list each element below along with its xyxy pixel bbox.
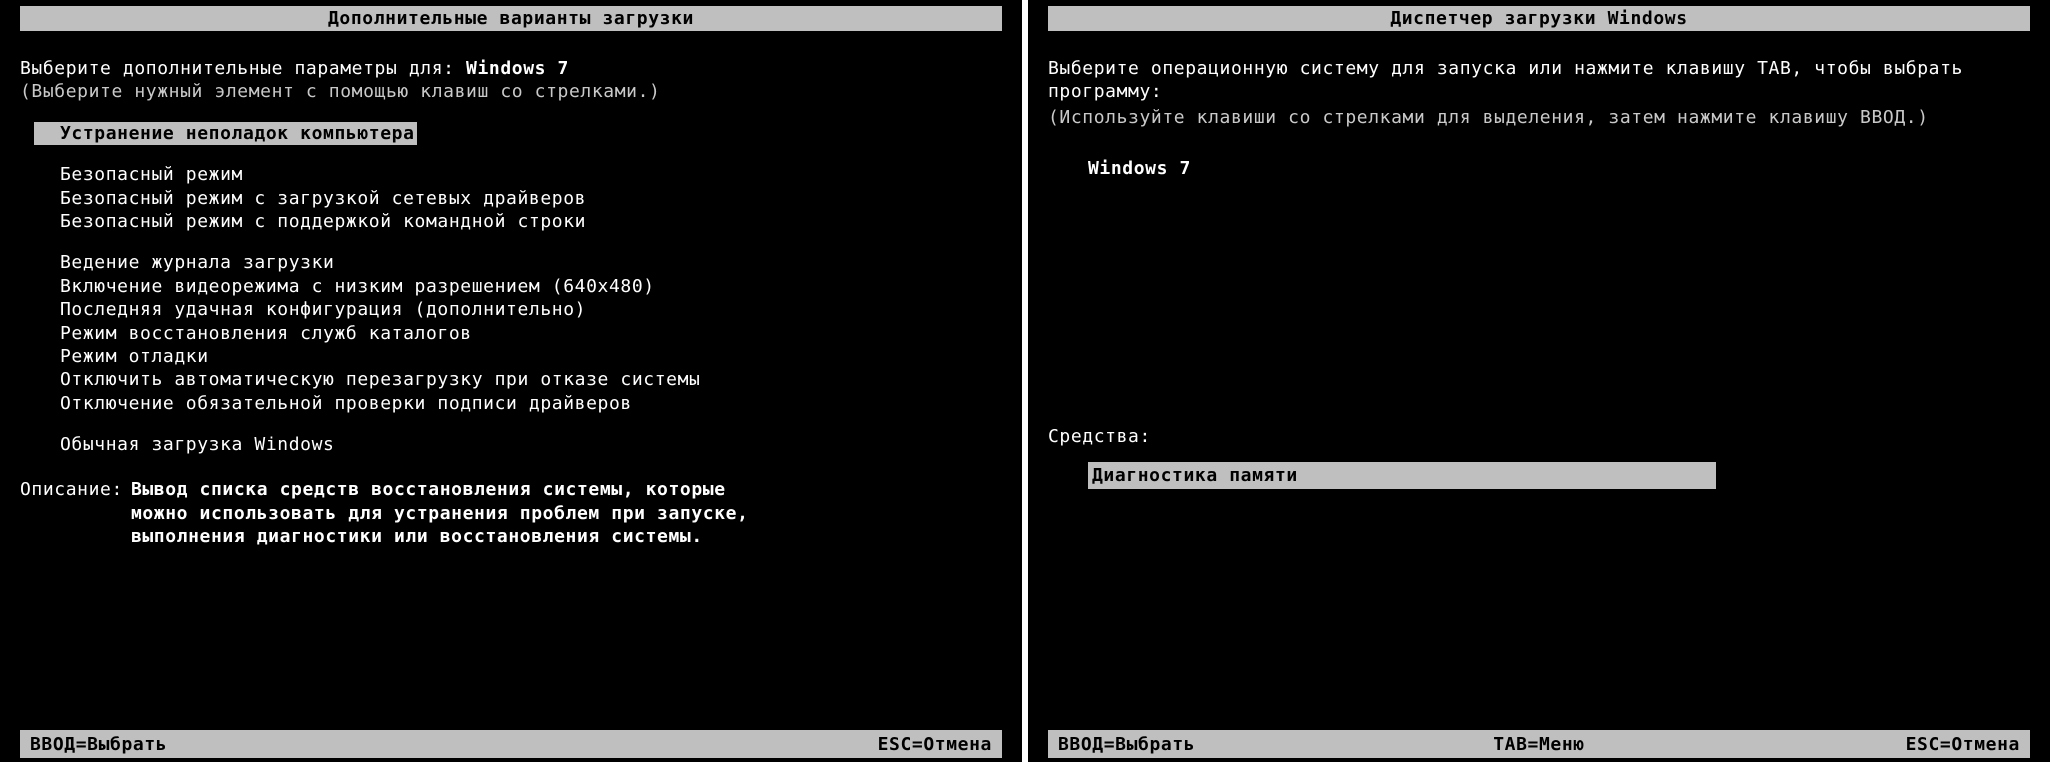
boot-manager-footer: ВВОД=Выбрать TAB=Меню ESC=Отмена: [1048, 730, 2030, 758]
option-description: Описание: Вывод списка средств восстанов…: [20, 478, 1002, 548]
option-safe-mode-command[interactable]: Безопасный режим с поддержкой командной …: [54, 210, 1002, 233]
tool-memory-diagnostic[interactable]: Диагностика памяти: [1088, 462, 1716, 489]
option-disable-driver-sig[interactable]: Отключение обязательной проверки подписи…: [54, 392, 1002, 415]
footer-enter-hint: ВВОД=Выбрать: [1058, 734, 1195, 755]
advanced-group: Ведение журнала загрузки Включение видео…: [20, 251, 1002, 415]
boot-manager-instruction: Выберите операционную систему для запуск…: [1048, 57, 2008, 104]
advanced-boot-options-pane: Дополнительные варианты загрузки Выберит…: [0, 0, 1022, 762]
option-start-normally[interactable]: Обычная загрузка Windows: [54, 433, 1002, 456]
advanced-boot-footer: ВВОД=Выбрать ESC=Отмена: [20, 730, 1002, 758]
os-entry-windows-7[interactable]: Windows 7: [1088, 157, 2030, 180]
tools-section-label: Средства:: [1048, 425, 2030, 448]
boot-manager-title-bar: Диспетчер загрузки Windows: [1048, 6, 2030, 31]
boot-manager-pane: Диспетчер загрузки Windows Выберите опер…: [1028, 0, 2050, 762]
option-low-res-video[interactable]: Включение видеорежима с низким разрешени…: [54, 275, 1002, 298]
dual-boot-screens: Дополнительные варианты загрузки Выберит…: [0, 0, 2050, 762]
advanced-boot-instruction: Выберите дополнительные параметры для: W…: [20, 57, 1002, 80]
option-safe-mode-networking[interactable]: Безопасный режим с загрузкой сетевых дра…: [54, 187, 1002, 210]
footer-tab-hint: TAB=Меню: [1493, 734, 1585, 755]
safe-mode-group: Безопасный режим Безопасный режим с загр…: [20, 163, 1002, 233]
option-last-known-good[interactable]: Последняя удачная конфигурация (дополнит…: [54, 298, 1002, 321]
advanced-boot-title: Дополнительные варианты загрузки: [328, 8, 694, 29]
option-repair-computer[interactable]: Устранение неполадок компьютера: [34, 122, 417, 145]
option-debugging[interactable]: Режим отладки: [54, 345, 1002, 368]
option-disable-auto-restart[interactable]: Отключить автоматическую перезагрузку пр…: [54, 368, 1002, 391]
boot-manager-hint: (Используйте клавиши со стрелками для вы…: [1048, 106, 2030, 129]
advanced-boot-target-os: Windows 7: [466, 58, 569, 79]
advanced-boot-title-bar: Дополнительные варианты загрузки: [20, 6, 1002, 31]
boot-manager-title: Диспетчер загрузки Windows: [1390, 8, 1687, 29]
option-boot-logging[interactable]: Ведение журнала загрузки: [54, 251, 1002, 274]
description-label: Описание:: [20, 478, 123, 548]
footer-esc-hint: ESC=Отмена: [1906, 734, 2020, 755]
footer-esc-hint: ESC=Отмена: [878, 734, 992, 755]
footer-enter-hint: ВВОД=Выбрать: [30, 734, 167, 755]
advanced-boot-hint: (Выберите нужный элемент с помощью клави…: [20, 80, 1002, 103]
description-text: Вывод списка средств восстановления сист…: [131, 478, 761, 548]
option-ds-restore[interactable]: Режим восстановления служб каталогов: [54, 322, 1002, 345]
option-safe-mode[interactable]: Безопасный режим: [54, 163, 1002, 186]
